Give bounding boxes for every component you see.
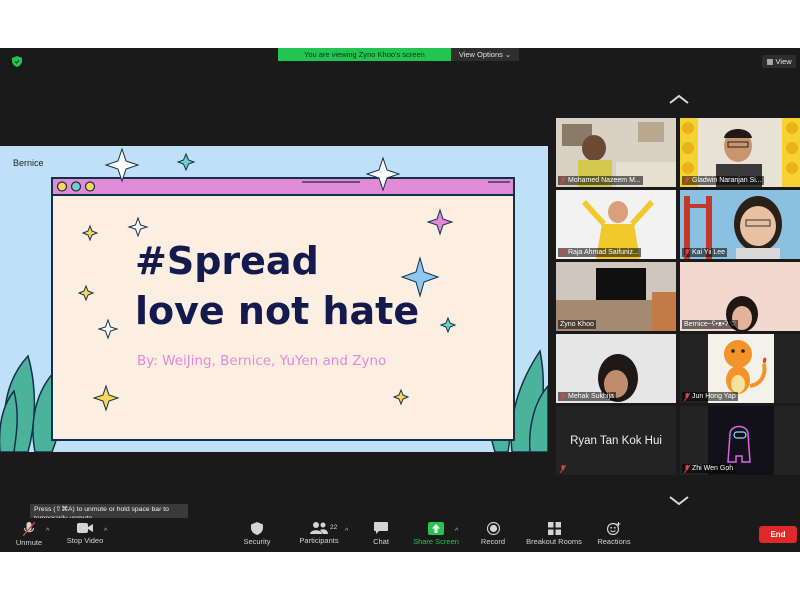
participant-count: 22: [330, 524, 338, 531]
record-icon: [486, 522, 500, 535]
slide-byline: By: WeiJing, Bernice, YuYen and Zyno: [137, 353, 386, 369]
breakout-rooms-label: Breakout Rooms: [526, 537, 582, 546]
encryption-shield-icon[interactable]: [12, 56, 22, 67]
participant-tile-active-speaker[interactable]: Bernice~ʕ•ᴥ•ʔ ♡: [680, 262, 800, 331]
participant-name: Gladwin Naranjan Si...: [692, 177, 762, 184]
participants-label: Participants: [299, 536, 339, 545]
participant-name: Kai Yii Lee: [692, 249, 726, 256]
participant-name-tag: [558, 465, 568, 473]
participant-name-tag: Kai Yii Lee: [682, 248, 728, 257]
slide-title-line2: love not hate: [135, 289, 419, 333]
slide-title-line1: #Spread: [135, 239, 319, 283]
security-label: Security: [243, 537, 271, 546]
participant-name-tag: Bernice~ʕ•ᴥ•ʔ ♡: [682, 320, 739, 329]
share-screen-label: Share Screen: [413, 537, 459, 546]
chat-button[interactable]: Chat: [370, 522, 392, 546]
participant-name-tag: Gladwin Naranjan Si...: [682, 176, 764, 185]
grid-icon: ▦: [766, 57, 774, 66]
video-options-caret-icon[interactable]: ^: [104, 528, 107, 535]
screen-owner-label: Bernice: [13, 158, 44, 168]
meeting-toolbar: Unmute ^ Stop Video ^ Security Participa…: [0, 518, 800, 552]
participant-name: Zyno Khoo: [560, 321, 594, 328]
unmute-label: Unmute: [15, 538, 43, 547]
participants-options-caret-icon[interactable]: ^: [345, 528, 348, 535]
share-options-caret-icon[interactable]: ^: [455, 528, 458, 535]
presentation-slide: #Spread love not hate By: WeiJing, Berni…: [0, 146, 548, 452]
end-meeting-button[interactable]: End: [759, 526, 797, 543]
participant-tile[interactable]: Raja Ahmad Saifuniz...: [556, 190, 676, 259]
mic-muted-icon: [560, 392, 566, 401]
unmute-button[interactable]: Unmute: [10, 522, 48, 547]
participant-name: Zhi Wen Goh: [692, 465, 734, 472]
record-button[interactable]: Record: [478, 522, 508, 546]
chevron-up-icon[interactable]: [668, 92, 690, 106]
mic-muted-icon: [684, 248, 690, 257]
video-camera-icon: [77, 523, 93, 533]
viewing-banner-message: You are viewing Zyno Khoo's screen: [278, 48, 451, 61]
participant-tile[interactable]: Mehak Sukhija: [556, 334, 676, 403]
mic-muted-icon: [560, 465, 566, 473]
participant-tile[interactable]: Gladwin Naranjan Si...: [680, 118, 800, 187]
mic-muted-icon: [560, 248, 566, 257]
shield-icon: [251, 522, 263, 535]
mic-muted-icon: [684, 464, 690, 473]
participant-tile[interactable]: Mohamed Nazeem M...: [556, 118, 676, 187]
mic-muted-icon: [684, 392, 690, 401]
chat-label: Chat: [373, 537, 389, 546]
participant-name-tag: Mohamed Nazeem M...: [558, 176, 643, 185]
participant-name: Jun Hong Yap: [692, 393, 736, 400]
reactions-button[interactable]: Reactions: [594, 522, 634, 546]
audio-options-caret-icon[interactable]: ^: [46, 528, 49, 535]
participant-name: Raja Ahmad Saifuniz...: [568, 249, 639, 256]
reactions-label: Reactions: [597, 537, 631, 546]
mic-muted-icon: [684, 176, 690, 185]
participant-name-tag: Mehak Sukhija: [558, 392, 616, 401]
record-label: Record: [480, 537, 506, 546]
participant-tile[interactable]: Zhi Wen Goh: [680, 406, 800, 475]
zoom-meeting-window: You are viewing Zyno Khoo's screen View …: [0, 48, 800, 552]
stop-video-label: Stop Video: [66, 536, 104, 545]
shared-screen[interactable]: #Spread love not hate By: WeiJing, Berni…: [0, 146, 548, 452]
security-button[interactable]: Security: [240, 522, 274, 546]
chevron-down-icon[interactable]: [668, 494, 690, 508]
mic-muted-icon: [560, 176, 566, 185]
chat-bubble-icon: [374, 522, 388, 534]
participant-name-tag: Raja Ahmad Saifuniz...: [558, 248, 641, 257]
participant-tile[interactable]: Zyno Khoo: [556, 262, 676, 331]
participant-gallery: Mohamed Nazeem M... Gladwin Naranjan Si.…: [556, 118, 800, 476]
participant-name: Mehak Sukhija: [568, 393, 614, 400]
participant-name-large: Ryan Tan Kok Hui: [570, 434, 662, 447]
breakout-rooms-grid-icon: [547, 522, 561, 535]
mic-muted-icon: [23, 522, 35, 536]
share-screen-arrow-icon: [428, 522, 444, 535]
breakout-rooms-button[interactable]: Breakout Rooms: [523, 522, 585, 546]
participants-icon: [310, 522, 328, 534]
view-layout-label: View: [775, 57, 792, 66]
view-options-button[interactable]: View Options ⌄: [450, 48, 520, 61]
viewing-banner: You are viewing Zyno Khoo's screen View …: [278, 48, 520, 61]
participant-name: Mohamed Nazeem M...: [568, 177, 641, 184]
smiley-reaction-icon: [607, 522, 621, 535]
stop-video-button[interactable]: Stop Video: [62, 522, 108, 545]
participant-tile-video-off[interactable]: Ryan Tan Kok Hui: [556, 406, 676, 475]
participant-name-tag: Zyno Khoo: [558, 320, 596, 329]
view-layout-button[interactable]: ▦ View: [762, 55, 796, 68]
participant-tile[interactable]: Jun Hong Yap: [680, 334, 800, 403]
participant-tile[interactable]: Kai Yii Lee: [680, 190, 800, 259]
participant-name-tag: Zhi Wen Goh: [682, 464, 736, 473]
participant-name-tag: Jun Hong Yap: [682, 392, 738, 401]
participant-name: Bernice~ʕ•ᴥ•ʔ ♡: [684, 321, 737, 328]
